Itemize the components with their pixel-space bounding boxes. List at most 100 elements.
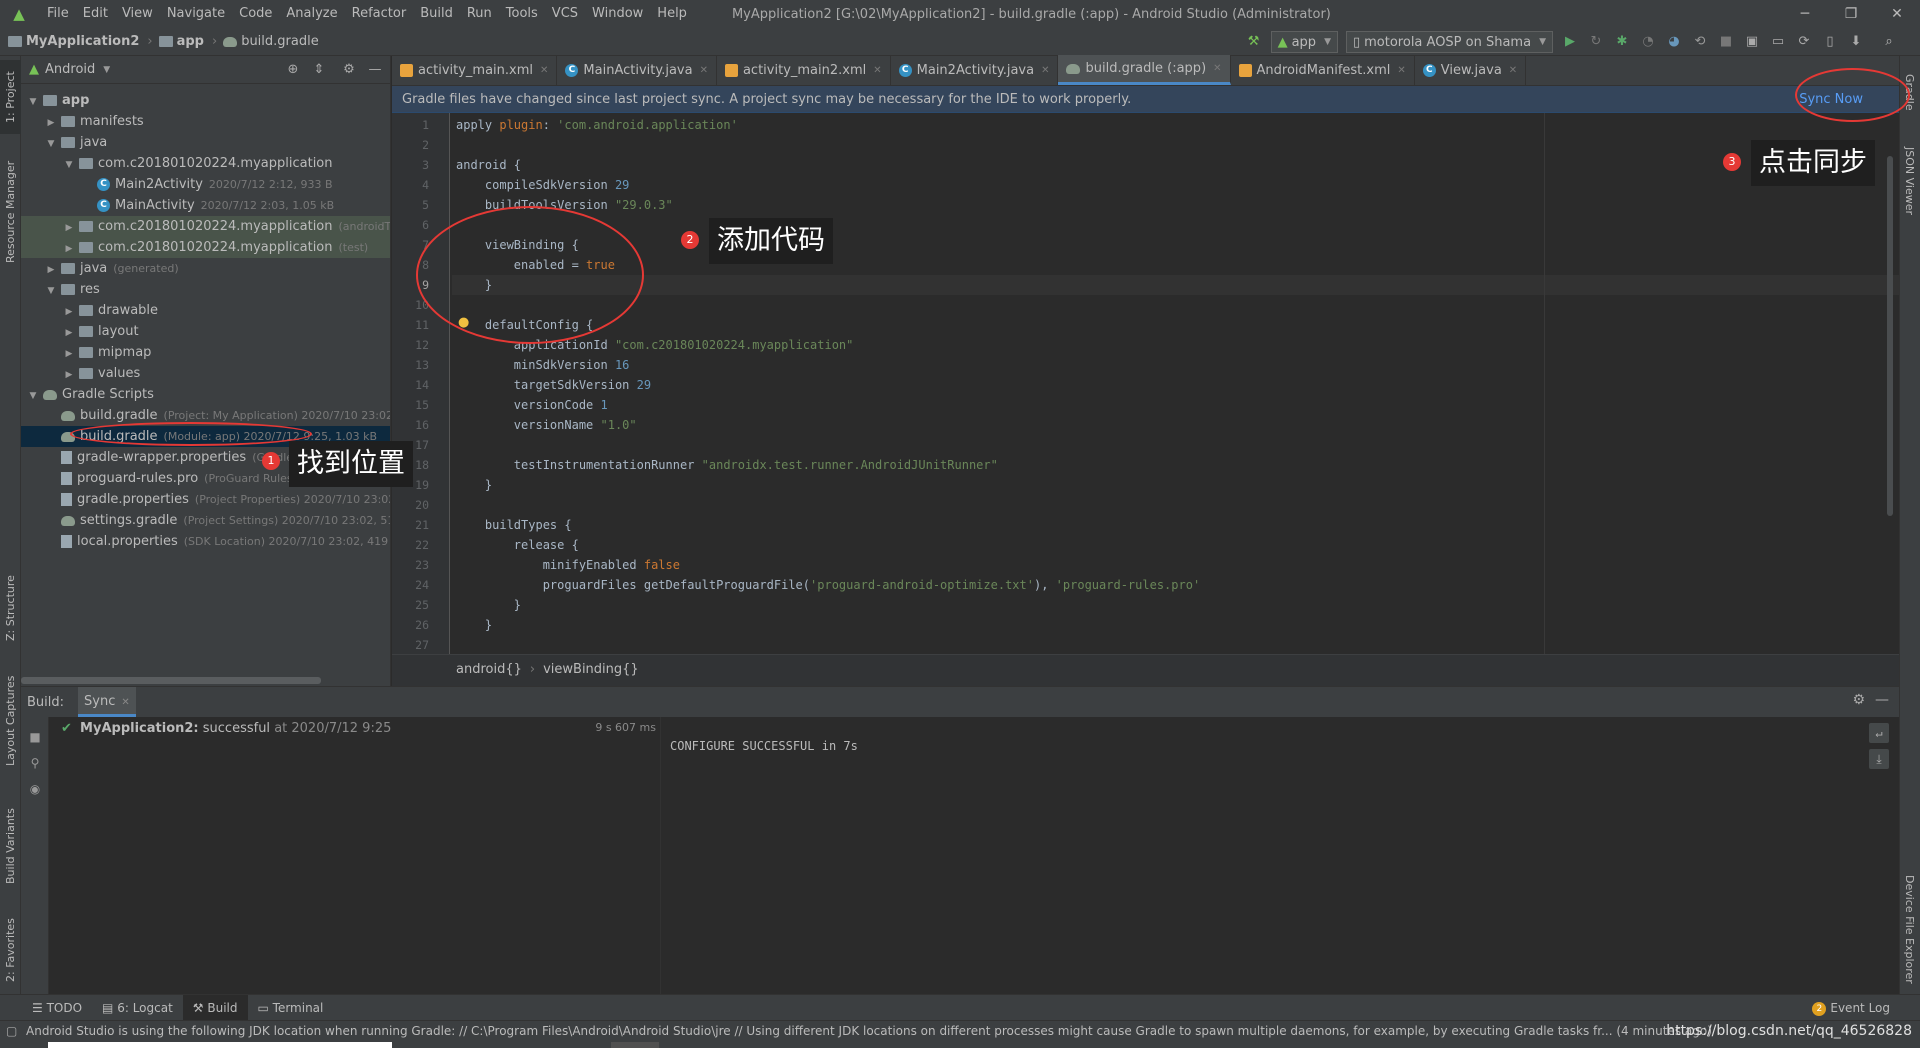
avd-manager-icon[interactable]: ▯	[1820, 32, 1840, 52]
menu-navigate[interactable]: Navigate	[160, 0, 232, 28]
collapsed-arrow-icon[interactable]: ▶	[63, 218, 75, 239]
tree-item[interactable]: ▼ res	[21, 279, 390, 302]
editor-tab[interactable]: C MainActivity.java ✕	[557, 55, 717, 85]
expanded-arrow-icon[interactable]: ▼	[63, 155, 75, 176]
menu-help[interactable]: Help	[650, 0, 694, 28]
expanded-arrow-icon[interactable]: ▼	[45, 134, 57, 155]
tool-build[interactable]: ⚒ Build	[182, 994, 248, 1021]
search-icon[interactable]: ⌕	[1879, 32, 1899, 52]
status-toggle-icon[interactable]: ▢	[6, 1021, 17, 1041]
profile-icon[interactable]: ◔	[1638, 32, 1658, 52]
hide-icon[interactable]: —	[365, 60, 385, 80]
tool-terminal[interactable]: ▭ Terminal	[248, 995, 334, 1021]
run-config-select[interactable]: ▲ app ▼	[1270, 31, 1338, 53]
layout-inspector-icon[interactable]: ▭	[1768, 32, 1788, 52]
close-tab-icon[interactable]: ✕	[540, 65, 548, 76]
tree-item[interactable]: ▶ values	[21, 363, 390, 386]
tree-item[interactable]: ▼ com.c201801020224.myapplication	[21, 153, 390, 176]
gear-icon[interactable]: ⚙	[339, 60, 359, 80]
tree-item[interactable]: local.properties (SDK Location) 2020/7/10…	[21, 531, 390, 552]
menu-analyze[interactable]: Analyze	[279, 0, 344, 28]
sync-gradle-icon[interactable]: ⟳	[1794, 32, 1814, 52]
hide-icon[interactable]: —	[1875, 692, 1889, 708]
stop-icon[interactable]: ■	[1716, 32, 1736, 52]
horizontal-scrollbar[interactable]	[21, 677, 321, 684]
collapsed-arrow-icon[interactable]: ▶	[63, 323, 75, 344]
close-tab-icon[interactable]: ✕	[873, 65, 881, 76]
menu-tools[interactable]: Tools	[499, 0, 545, 28]
close-tab-icon[interactable]: ✕	[1397, 65, 1405, 76]
vertical-scrollbar[interactable]	[1887, 156, 1893, 516]
make-project-icon[interactable]: ⚒	[1244, 32, 1264, 52]
close-tab-icon[interactable]: ✕	[1213, 63, 1221, 74]
nav-file[interactable]: build.gradle	[241, 34, 319, 49]
breadcrumb-viewbinding[interactable]: viewBinding{}	[543, 662, 639, 677]
tool-logcat[interactable]: ▤ 6: Logcat	[92, 995, 183, 1021]
debug-icon[interactable]: ✱	[1612, 32, 1632, 52]
coverage-icon[interactable]: ⟲	[1690, 32, 1710, 52]
tree-item[interactable]: settings.gradle (Project Settings) 2020/7…	[21, 510, 390, 531]
editor-tab[interactable]: C View.java ✕	[1415, 55, 1527, 85]
collapsed-arrow-icon[interactable]: ▶	[63, 239, 75, 260]
tree-item[interactable]: ▼ java	[21, 132, 390, 155]
collapsed-arrow-icon[interactable]: ▶	[45, 260, 57, 281]
tool-todo[interactable]: ☰ TODO	[22, 995, 92, 1021]
close-window-button[interactable]: ✕	[1874, 0, 1920, 28]
tab-json-viewer[interactable]: JSON Viewer	[1899, 136, 1920, 226]
soft-wrap-icon[interactable]: ↵	[1869, 723, 1889, 743]
editor-tab[interactable]: activity_main2.xml ✕	[717, 55, 891, 85]
editor-tab[interactable]: C Main2Activity.java ✕	[891, 55, 1059, 85]
tab-sync[interactable]: Sync ✕	[78, 687, 136, 717]
tree-item[interactable]: ▼ Gradle Scripts	[21, 384, 390, 405]
collapsed-arrow-icon[interactable]: ▶	[63, 344, 75, 365]
editor-tab[interactable]: build.gradle (:app) ✕	[1058, 55, 1231, 85]
tree-item[interactable]: ▼ app	[21, 90, 390, 113]
close-tab-icon[interactable]: ✕	[700, 65, 708, 76]
menu-edit[interactable]: Edit	[76, 0, 115, 28]
tab-structure[interactable]: Z: Structure	[0, 568, 21, 648]
menu-build[interactable]: Build	[413, 0, 460, 28]
tab-favorites[interactable]: 2: Favorites	[0, 906, 21, 994]
menu-view[interactable]: View	[115, 0, 160, 28]
tree-item[interactable]: ▶ manifests	[21, 111, 390, 134]
collapsed-arrow-icon[interactable]: ▶	[45, 113, 57, 134]
close-tab-icon[interactable]: ✕	[1509, 65, 1517, 76]
tab-device-file-explorer[interactable]: Device File Explorer	[1899, 864, 1920, 994]
breadcrumb-android[interactable]: android{}	[456, 662, 522, 677]
eye-icon[interactable]: ◉	[25, 779, 45, 799]
expanded-arrow-icon[interactable]: ▼	[27, 92, 39, 113]
stop-icon[interactable]: ■	[25, 727, 45, 747]
pin-icon[interactable]: ⚲	[25, 753, 45, 773]
sdk-manager-icon[interactable]: ⬇	[1846, 32, 1866, 52]
expanded-arrow-icon[interactable]: ▼	[45, 281, 57, 302]
close-icon[interactable]: ✕	[121, 697, 129, 708]
scroll-to-end-icon[interactable]: ⤓	[1869, 749, 1889, 769]
menu-file[interactable]: File	[40, 0, 76, 28]
tree-item[interactable]: ▶ drawable	[21, 300, 390, 321]
tree-item[interactable]: ▶ layout	[21, 321, 390, 344]
tree-item[interactable]: C Main2Activity 2020/7/12 2:12, 933 B	[21, 174, 390, 195]
apply-changes-icon[interactable]: ↻	[1586, 32, 1606, 52]
tab-project[interactable]: 1: Project	[0, 60, 21, 134]
tree-item[interactable]: ▶ java (generated)	[21, 258, 390, 281]
locate-icon[interactable]: ⊕	[283, 60, 303, 80]
menu-refactor[interactable]: Refactor	[345, 0, 414, 28]
maximize-button[interactable]: ❐	[1828, 0, 1874, 28]
device-select[interactable]: ▯ motorola AOSP on Shama ▼	[1345, 31, 1553, 53]
tree-item[interactable]: ▶ com.c201801020224.myapplication (android…	[21, 216, 390, 239]
tree-item[interactable]: gradle.properties (Project Properties) 20…	[21, 489, 390, 510]
menu-run[interactable]: Run	[460, 0, 499, 28]
code-editor[interactable]: apply plugin: 'com.android.application' a…	[452, 113, 1899, 654]
menu-code[interactable]: Code	[232, 0, 279, 28]
collapsed-arrow-icon[interactable]: ▶	[63, 365, 75, 386]
tab-build-variants[interactable]: Build Variants	[0, 796, 21, 896]
attach-debugger-icon[interactable]: ◕	[1664, 32, 1684, 52]
project-structure-icon[interactable]: ▣	[1742, 32, 1762, 52]
editor-tab[interactable]: AndroidManifest.xml ✕	[1231, 55, 1415, 85]
nav-module[interactable]: app	[177, 34, 204, 49]
tree-item[interactable]: ▶ com.c201801020224.myapplication (test)	[21, 237, 390, 260]
event-log-button[interactable]: 2 Event Log	[1812, 995, 1890, 1021]
tree-item[interactable]: ▶ mipmap	[21, 342, 390, 365]
tab-resource-manager[interactable]: Resource Manager	[0, 152, 21, 272]
nav-project[interactable]: MyApplication2	[26, 34, 139, 49]
